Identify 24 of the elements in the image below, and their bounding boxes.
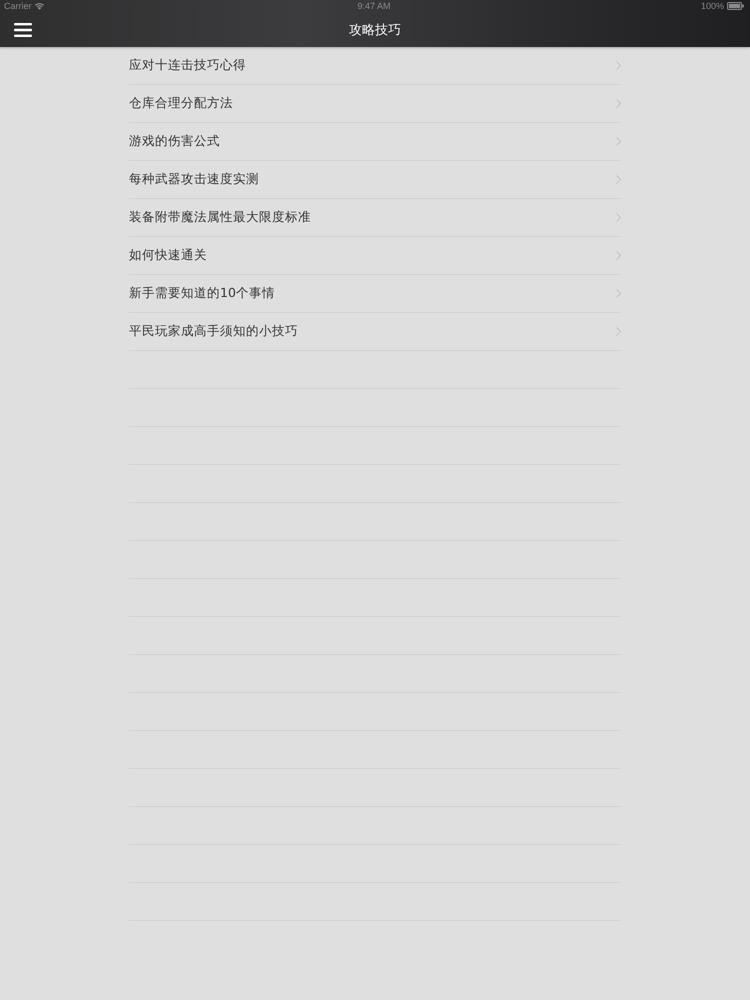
list-item[interactable]: 应对十连击技巧心得: [129, 47, 621, 85]
menu-button[interactable]: [14, 22, 32, 36]
list-item[interactable]: 装备附带魔法属性最大限度标准: [129, 199, 621, 237]
carrier-label: Carrier: [4, 1, 32, 11]
chevron-icon: [616, 61, 621, 70]
chevron-icon: [616, 213, 621, 222]
chevron-icon: [616, 251, 621, 260]
chevron-icon: [616, 175, 621, 184]
list-item[interactable]: 平民玩家成高手须知的小技巧: [129, 313, 621, 351]
list-item[interactable]: 仓库合理分配方法: [129, 85, 621, 123]
menu-icon: [14, 22, 32, 36]
battery-label: 100%: [700, 1, 724, 11]
list-item[interactable]: 游戏的伤害公式: [129, 123, 621, 161]
list-item[interactable]: 如何快速通关: [129, 237, 621, 275]
chevron-icon: [616, 327, 621, 336]
chevron-icon: [616, 289, 621, 298]
page-title: 攻略技巧: [349, 22, 401, 38]
chevron-icon: [616, 137, 621, 146]
wifi-icon: [34, 2, 44, 10]
chevron-icon: [616, 99, 621, 108]
time-label: 9:47 AM: [357, 1, 391, 11]
list-item[interactable]: 每种武器攻击速度实测: [129, 161, 621, 199]
battery-icon: [727, 2, 744, 10]
list-item[interactable]: 新手需要知道的10个事情: [129, 275, 621, 313]
